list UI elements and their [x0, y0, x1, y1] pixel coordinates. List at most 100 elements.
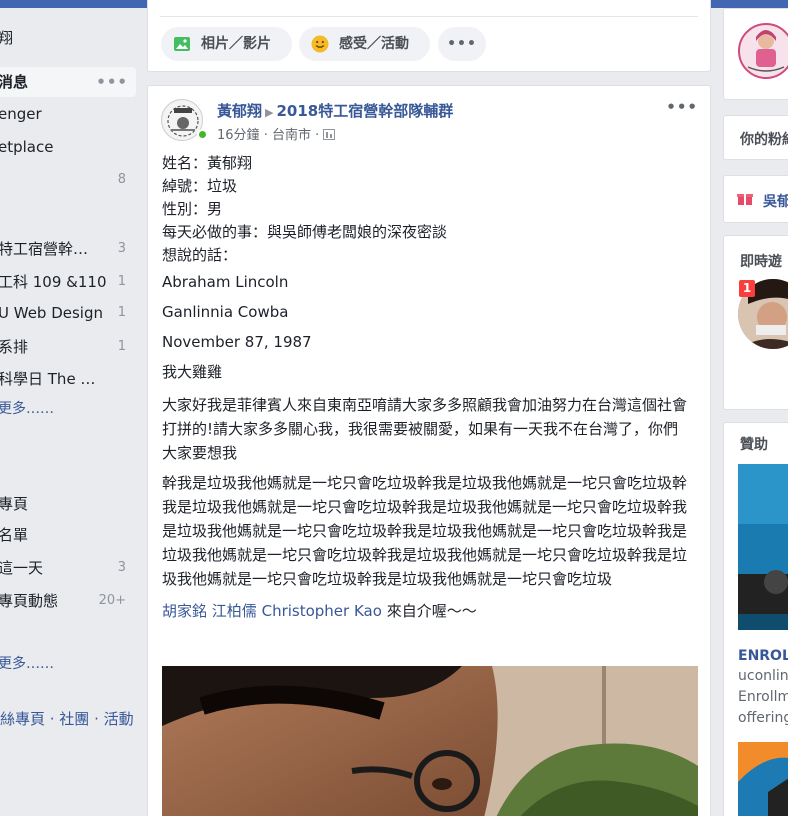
sidebar-item-group-web-design[interactable]: U Web Design 1	[0, 298, 136, 328]
sidebar-item-friend-lists[interactable]: 名單	[0, 520, 136, 550]
sidebar-item-label: 更多……	[0, 656, 54, 672]
post-timestamp[interactable]: 16分鐘	[217, 128, 260, 143]
sidebar-item-news-feed[interactable]: 消息 •••	[0, 67, 136, 97]
post-line-english: November 87, 1987	[162, 333, 312, 351]
tagged-person-link[interactable]: Christopher Kao	[262, 602, 382, 620]
left-sidebar: 翔 消息 ••• enger etplace 8 特工宿營幹… 3 工科 109 &…	[0, 8, 140, 816]
ad-image-1-art	[738, 464, 788, 630]
ad-description: offering	[738, 710, 788, 726]
sidebar-more-options-icon[interactable]: •••	[96, 67, 128, 97]
sidebar-item-pages[interactable]: 專頁	[0, 489, 136, 519]
post-line-gender: 性別：男	[162, 200, 223, 218]
sidebar-item-messenger[interactable]: enger	[0, 99, 136, 129]
sidebar-item-label: 工科 109 &110	[0, 273, 107, 291]
sidebar-item-label: U Web Design	[0, 304, 104, 322]
sidebar-see-more-groups[interactable]: 更多……	[0, 394, 136, 424]
composer-more-button[interactable]: •••	[438, 27, 486, 61]
sidebar-item-count: 3	[117, 560, 126, 575]
your-fans-card[interactable]: 你的粉絲	[723, 115, 788, 160]
sidebar-item-marketplace[interactable]: etplace	[0, 132, 136, 162]
sidebar-item-label: enger	[0, 105, 42, 123]
post-header: 黃郁翔 ▶ 2018特工宿營幹部隊輔群	[217, 100, 453, 121]
tagged-person-link[interactable]: 胡家銘	[162, 602, 207, 620]
post-options-button[interactable]: •••	[666, 98, 698, 116]
post-line-english: Ganlinnia Cowba	[162, 303, 289, 321]
sidebar-item-count: 1	[117, 339, 126, 354]
play-arrow-icon: ▶	[265, 106, 274, 119]
post-composer: 相片／影片 感受／活動 •••	[147, 0, 711, 72]
post-photo[interactable]	[162, 666, 698, 816]
page-shortcut-title: 吳郁	[763, 194, 788, 210]
post-body: 姓名：黃郁翔 綽號：垃圾 性別：男 每天必做的事：與吳師傅老闆娘的深夜密談 想說…	[162, 152, 692, 623]
sidebar-item-label: 消息	[0, 73, 29, 91]
sidebar-item-group-camp[interactable]: 特工宿營幹… 3	[0, 234, 136, 264]
sidebar-item-label: 專頁動態	[0, 592, 59, 610]
post-paragraph: 幹我是垃圾我他媽就是一坨只會吃垃圾幹我是垃圾我他媽就是一坨只會吃垃圾幹我是垃圾我…	[162, 474, 688, 588]
sidebar-item-label: 專頁	[0, 495, 29, 513]
sidebar-item-on-this-day[interactable]: 這一天 3	[0, 553, 136, 583]
sidebar-item-group-volleyball[interactable]: 系排 1	[0, 332, 136, 362]
post-meta: 16分鐘 · 台南市 ·	[217, 124, 336, 143]
sidebar-item-group-science-day[interactable]: 科學日 The …	[0, 364, 136, 394]
instant-games-card: 即時遊 1	[723, 235, 788, 410]
sidebar-item-label: etplace	[0, 138, 54, 156]
gift-icon	[737, 194, 753, 205]
post-line-nickname: 綽號：垃圾	[162, 177, 238, 195]
composer-divider	[160, 16, 698, 17]
author-name-link[interactable]: 黃郁翔	[217, 102, 262, 120]
photo-video-button[interactable]: 相片／影片	[161, 27, 292, 61]
ad-description: Enrollm	[738, 689, 788, 705]
meta-separator: ·	[315, 128, 324, 143]
sidebar-item-count: 1	[117, 305, 126, 320]
post-line-exclaim: 我大雞雞	[162, 363, 223, 381]
audience-icon[interactable]	[323, 129, 336, 140]
page-shortcut-card[interactable]: 吳郁	[723, 175, 788, 223]
post-line-name: 姓名：黃郁翔	[162, 154, 253, 172]
sidebar-see-more-explore[interactable]: 更多……	[0, 649, 136, 679]
sidebar-item-unnamed[interactable]: 8	[0, 165, 136, 195]
sidebar-item-label: 這一天	[0, 559, 44, 577]
sidebar-item-label: 特工宿營幹…	[0, 240, 89, 258]
profile-picture	[738, 23, 788, 79]
tags-suffix: 來自介喔～～	[381, 602, 477, 620]
group-name-link[interactable]: 2018特工宿營幹部隊輔群	[276, 102, 453, 120]
sidebar-item-count: 3	[117, 241, 126, 256]
post-photo-image	[162, 666, 698, 816]
sponsored-title: 贊助	[740, 437, 768, 453]
meta-separator: ·	[263, 128, 272, 143]
ad-title[interactable]: ENROL	[738, 648, 788, 664]
your-fans-title: 你的粉絲	[740, 132, 788, 148]
sidebar-item-count: 20+	[98, 593, 126, 608]
ad-image-1[interactable]	[738, 464, 788, 630]
sidebar-item-profile[interactable]: 翔	[0, 23, 136, 53]
ad-image-2[interactable]	[738, 742, 788, 816]
post-location[interactable]: 台南市	[272, 128, 311, 143]
post-tags: 胡家銘 江柏儒 Christopher Kao 來自介喔～～	[162, 599, 692, 623]
profile-card[interactable]	[723, 8, 788, 100]
sidebar-item-count: 8	[117, 172, 126, 187]
sidebar-item-label: 翔	[0, 29, 14, 47]
feeling-activity-label: 感受／活動	[339, 36, 409, 52]
post-line-words: 想說的話：	[162, 246, 238, 264]
instant-games-title: 即時遊	[740, 254, 782, 270]
feeling-activity-button[interactable]: 感受／活動	[299, 27, 430, 61]
sidebar-create-links[interactable]: 絲專頁 · 社團 · 活動	[0, 708, 134, 729]
photo-icon	[174, 37, 190, 51]
tagged-person-link[interactable]: 江柏儒	[212, 602, 257, 620]
sidebar-item-label: 更多……	[0, 401, 54, 417]
photo-video-label: 相片／影片	[201, 36, 271, 52]
sidebar-item-pages-feed[interactable]: 專頁動態 20+	[0, 586, 136, 616]
smiley-icon	[311, 35, 329, 53]
ad-image-2-art	[738, 742, 788, 816]
notification-badge: 1	[739, 280, 755, 297]
sidebar-item-count: 1	[117, 274, 126, 289]
post-paragraph: 大家好我是菲律賓人來自東南亞唷請大家多多照顧我會加油努力在台灣這個社會打拼的!請…	[162, 396, 688, 462]
sidebar-item-label: 系排	[0, 338, 29, 356]
post-line-english: Abraham Lincoln	[162, 273, 289, 291]
sidebar-item-group-engineering[interactable]: 工科 109 &110 1	[0, 267, 136, 297]
ad-domain: uconlin	[738, 668, 788, 684]
sidebar-item-label: 名單	[0, 526, 29, 544]
online-status-dot	[197, 129, 208, 140]
sidebar-item-label: 科學日 The …	[0, 370, 96, 388]
feed-post: 黃郁翔 ▶ 2018特工宿營幹部隊輔群 16分鐘 · 台南市 · ••• 姓名：黃郁…	[147, 85, 711, 816]
